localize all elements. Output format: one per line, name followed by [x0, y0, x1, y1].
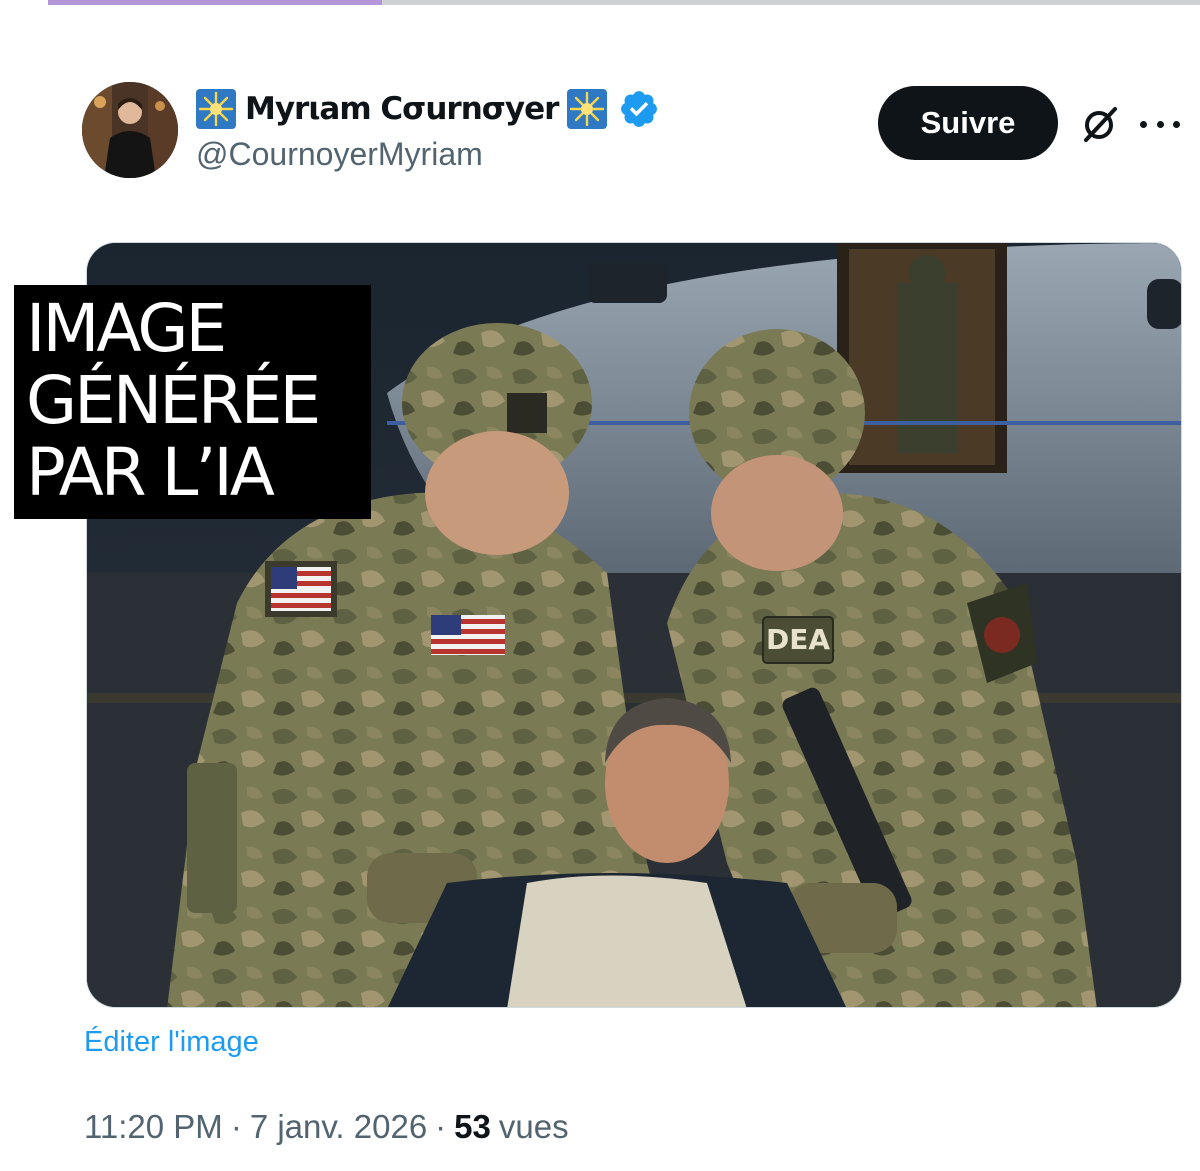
avatar[interactable] — [82, 82, 178, 178]
ai-label-line: IMAGE — [26, 290, 227, 367]
grok-icon[interactable] — [1078, 102, 1122, 146]
edit-image-link[interactable]: Éditer l'image — [84, 1026, 259, 1059]
ai-generated-overlay-label: IMAGE GÉNÉRÉE PAR L’IA — [14, 285, 371, 519]
follow-button[interactable]: Suivre — [878, 86, 1058, 160]
tweet-time[interactable]: 11:20 PM — [84, 1108, 223, 1146]
dea-patch-text: DEA — [766, 623, 830, 656]
sparkle-emoji-icon — [566, 88, 608, 130]
views-count[interactable]: 53 — [454, 1108, 491, 1146]
ai-label-line: GÉNÉRÉE — [26, 362, 321, 439]
separator: · — [230, 1108, 242, 1145]
sparkle-emoji-icon — [195, 88, 237, 130]
progress-bar-fill — [48, 0, 383, 5]
author-name-row[interactable]: Myrιam Cσurnσyer — [195, 84, 660, 134]
views-label: vues — [498, 1108, 569, 1145]
ai-label-line: PAR L’IA — [26, 434, 275, 511]
verified-badge-icon[interactable] — [618, 88, 660, 130]
tweet-date[interactable]: 7 janv. 2026 — [250, 1108, 427, 1146]
separator: · — [435, 1108, 447, 1145]
tweet-meta: 11:20 PM · 7 janv. 2026 · 53 vues — [84, 1108, 569, 1146]
progress-bar — [48, 0, 1200, 5]
author-display-name[interactable]: Myrιam Cσurnσyer — [245, 91, 559, 127]
author-handle[interactable]: @CournoyerMyriam — [196, 136, 483, 173]
more-options-icon[interactable] — [1140, 110, 1180, 138]
